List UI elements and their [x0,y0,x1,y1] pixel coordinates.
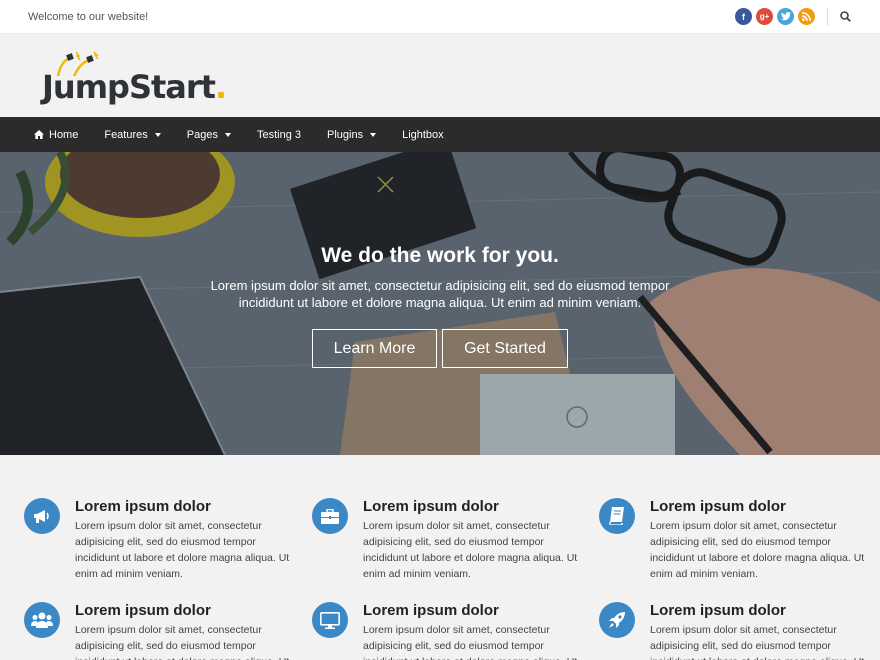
caret-down-icon [370,132,377,137]
feature-body: Lorem ipsum dolor Lorem ipsum dolor sit … [363,602,578,660]
briefcase-icon [312,498,348,534]
learn-more-button[interactable]: Learn More [312,329,437,368]
feature-text: Lorem ipsum dolor sit amet, consectetur … [650,624,864,660]
feature-title: Lorem ipsum dolor [650,498,786,515]
feature-body: Lorem ipsum dolor Lorem ipsum dolor sit … [363,498,578,582]
feature-text: Lorem ipsum dolor sit amet, consectetur … [363,520,578,580]
megaphone-icon [24,498,60,534]
feature-title: Lorem ipsum dolor [650,602,786,619]
rss-icon[interactable] [798,8,815,25]
nav-item-home[interactable]: Home [34,129,78,141]
top-bar-actions: f g+ [733,7,852,26]
hero-content: We do the work for you. Lorem ipsum dolo… [0,244,880,368]
caret-down-icon [224,132,231,137]
search-icon[interactable] [838,10,852,24]
book-icon [599,498,635,534]
hero-title: We do the work for you. [321,244,559,267]
nav-item-testing-3[interactable]: Testing 3 [257,129,301,141]
features-section: Lorem ipsum dolor Lorem ipsum dolor sit … [0,455,880,660]
nav-label: Lightbox [402,128,444,141]
google-plus-icon[interactable]: g+ [756,8,773,25]
desktop-icon [312,602,348,638]
nav-item-pages[interactable]: Pages [187,129,231,141]
feature-title: Lorem ipsum dolor [75,498,211,515]
caret-down-icon [154,132,161,137]
divider [827,7,828,26]
feature-text: Lorem ipsum dolor sit amet, consectetur … [75,624,289,660]
nav-item-lightbox[interactable]: Lightbox [402,129,444,141]
feature-body: Lorem ipsum dolor Lorem ipsum dolor sit … [75,602,290,660]
welcome-tagline: Welcome to our website! [28,10,149,23]
logo-text: JumpStart. [42,68,227,106]
feature-text: Lorem ipsum dolor sit amet, consectetur … [75,520,290,580]
nav-label: Features [104,128,148,141]
feature-text: Lorem ipsum dolor sit amet, consectetur … [650,520,865,580]
nav-label: Plugins [327,128,364,141]
hero-buttons: Learn More Get Started [0,329,880,368]
feature-title: Lorem ipsum dolor [75,602,211,619]
nav-label: Testing 3 [256,128,301,141]
nav-item-features[interactable]: Features [104,128,161,141]
facebook-icon[interactable]: f [735,8,752,25]
feature-body: Lorem ipsum dolor Lorem ipsum dolor sit … [650,498,865,582]
twitter-icon[interactable] [777,8,794,25]
nav-label: Home [49,128,79,141]
feature-text: Lorem ipsum dolor sit amet, consectetur … [363,624,577,660]
jumpstart-logo[interactable]: JumpStart. [40,50,227,106]
get-started-button[interactable]: Get Started [442,329,568,368]
top-bar: Welcome to our website! f g+ [0,0,880,34]
hero-banner: We do the work for you. Lorem ipsum dolo… [0,152,880,455]
hero-text: Lorem ipsum dolor sit amet, consectetur … [210,278,670,310]
feature-body: Lorem ipsum dolor Lorem ipsum dolor sit … [650,602,865,660]
nav-label: Pages [186,128,218,141]
home-icon [34,130,44,139]
site-header: JumpStart. [0,34,880,117]
rocket-icon [599,602,635,638]
feature-body: Lorem ipsum dolor Lorem ipsum dolor sit … [75,498,290,582]
users-icon [24,602,60,638]
feature-title: Lorem ipsum dolor [363,602,499,619]
main-nav: Home Features Pages Testing 3 Plugins Li… [0,117,880,152]
feature-title: Lorem ipsum dolor [363,498,499,515]
nav-item-plugins[interactable]: Plugins [327,128,377,141]
